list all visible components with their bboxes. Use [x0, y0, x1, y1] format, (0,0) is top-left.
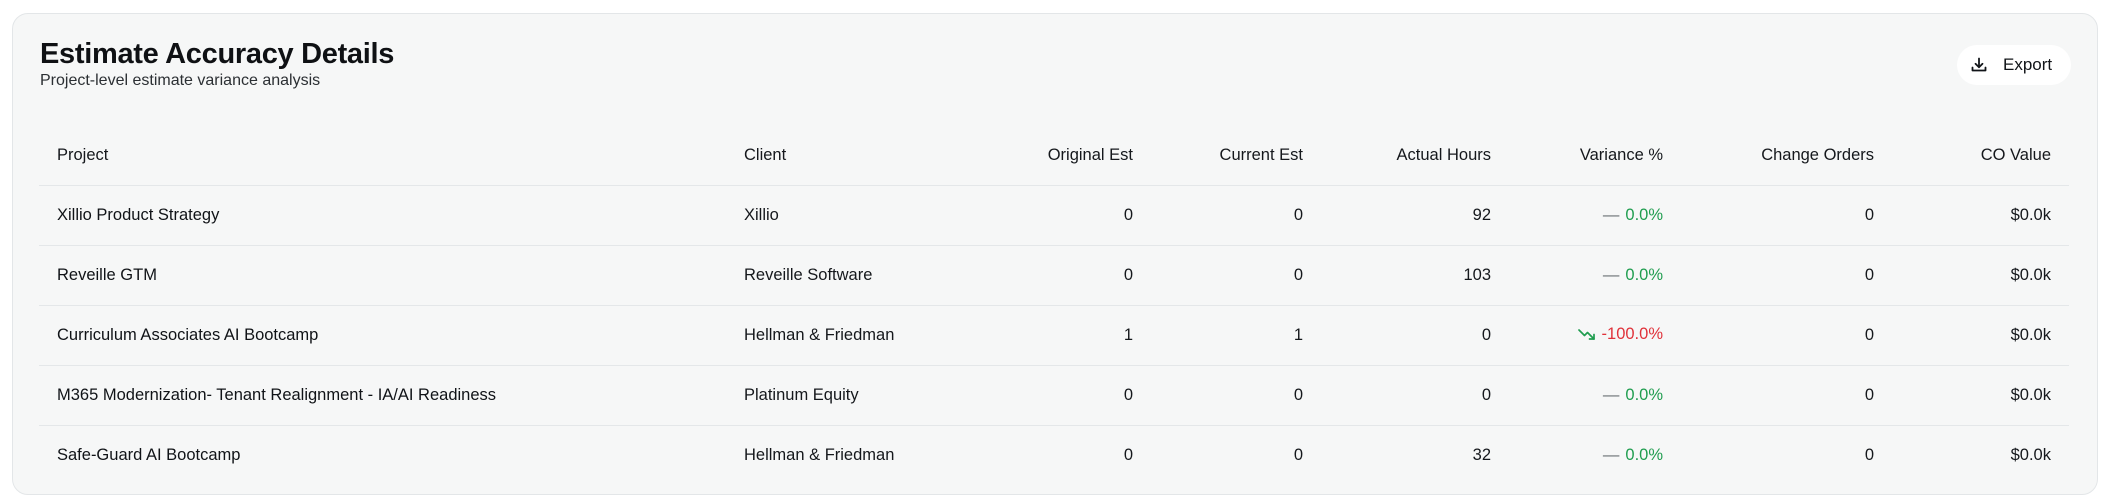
table-header-row: Project Client Original Est Current Est … [39, 124, 2069, 186]
actual-hours-cell: 0 [1321, 365, 1509, 426]
variance-value: 0.0% [1625, 206, 1663, 224]
flat-trend-icon: — [1602, 386, 1620, 404]
variance-cell: — 0.0% [1509, 426, 1681, 486]
estimate-table: Project Client Original Est Current Est … [39, 124, 2069, 485]
table-row[interactable]: Safe-Guard AI Bootcamp Hellman & Friedma… [39, 426, 2069, 486]
table-row[interactable]: Curriculum Associates AI Bootcamp Hellma… [39, 305, 2069, 366]
co-value-cell: $0.0k [1892, 305, 2069, 366]
table-row[interactable]: Xillio Product Strategy Xillio 0 0 92 — … [39, 185, 2069, 246]
co-value-cell: $0.0k [1892, 365, 2069, 426]
column-header-actual-hours[interactable]: Actual Hours [1321, 124, 1509, 186]
page-title: Estimate Accuracy Details [40, 38, 395, 70]
client-cell: Xillio [726, 185, 966, 246]
co-value-cell: $0.0k [2010, 446, 2051, 464]
variance-cell: — 0.0% [1509, 365, 1681, 426]
change-orders-cell: 0 [1681, 245, 1892, 306]
flat-trend-icon: — [1602, 266, 1620, 284]
column-header-variance[interactable]: Variance % [1509, 124, 1681, 186]
estimate-accuracy-card: Estimate Accuracy Details Project-level … [12, 13, 2098, 495]
change-orders-cell: 0 [1864, 446, 1874, 464]
actual-hours-cell: 103 [1321, 245, 1509, 306]
current-est-cell: 1 [1151, 305, 1321, 366]
variance-value: 0.0% [1625, 266, 1663, 284]
original-est-cell: 0 [966, 365, 1151, 426]
original-est-cell: 1 [966, 305, 1151, 366]
original-est-cell: 0 [1123, 446, 1133, 464]
variance-value: -100.0% [1601, 324, 1663, 343]
change-orders-cell: 0 [1681, 365, 1892, 426]
original-est-cell: 0 [966, 185, 1151, 246]
column-header-co-value[interactable]: CO Value [1892, 124, 2069, 186]
column-header-client[interactable]: Client [726, 124, 966, 186]
flat-trend-icon: — [1602, 206, 1620, 224]
current-est-cell: 0 [1151, 185, 1321, 246]
current-est-cell: 0 [1151, 365, 1321, 426]
actual-hours-cell: 32 [1472, 446, 1491, 464]
project-cell: M365 Modernization- Tenant Realignment -… [39, 365, 726, 426]
trending-down-icon [1577, 327, 1596, 341]
flat-trend-icon: — [1602, 446, 1620, 464]
table-row[interactable]: Reveille GTM Reveille Software 0 0 103 —… [39, 245, 2069, 306]
client-cell: Hellman & Friedman [726, 305, 966, 366]
client-cell: Hellman & Friedman [744, 446, 895, 464]
column-header-original-est[interactable]: Original Est [966, 124, 1151, 186]
table-row[interactable]: M365 Modernization- Tenant Realignment -… [39, 365, 2069, 426]
variance-cell: -100.0% [1509, 305, 1681, 366]
project-cell: Xillio Product Strategy [39, 185, 726, 246]
current-est-cell: 0 [1151, 245, 1321, 306]
export-label: Export [2003, 55, 2053, 74]
variance-value: 0.0% [1625, 386, 1663, 404]
page-subtitle: Project-level estimate variance analysis [40, 72, 321, 89]
change-orders-cell: 0 [1681, 185, 1892, 246]
variance-cell: — 0.0% [1509, 245, 1681, 306]
download-icon [1969, 55, 1989, 75]
co-value-cell: $0.0k [1892, 245, 2069, 306]
project-cell: Curriculum Associates AI Bootcamp [39, 305, 726, 366]
project-cell: Reveille GTM [39, 245, 726, 306]
actual-hours-cell: 92 [1321, 185, 1509, 246]
column-header-project[interactable]: Project [39, 124, 726, 186]
actual-hours-cell: 0 [1321, 305, 1509, 366]
current-est-cell: 0 [1293, 446, 1303, 464]
original-est-cell: 0 [966, 245, 1151, 306]
variance-value: 0.0% [1625, 446, 1663, 464]
column-header-current-est[interactable]: Current Est [1151, 124, 1321, 186]
estimate-table-container: Project Client Original Est Current Est … [39, 124, 2069, 485]
co-value-cell: $0.0k [1892, 185, 2069, 246]
column-header-change-orders[interactable]: Change Orders [1681, 124, 1892, 186]
variance-cell: — 0.0% [1509, 185, 1681, 246]
client-cell: Platinum Equity [726, 365, 966, 426]
change-orders-cell: 0 [1681, 305, 1892, 366]
export-button[interactable]: Export [1957, 45, 2071, 85]
project-cell: Safe-Guard AI Bootcamp [57, 446, 241, 464]
client-cell: Reveille Software [726, 245, 966, 306]
